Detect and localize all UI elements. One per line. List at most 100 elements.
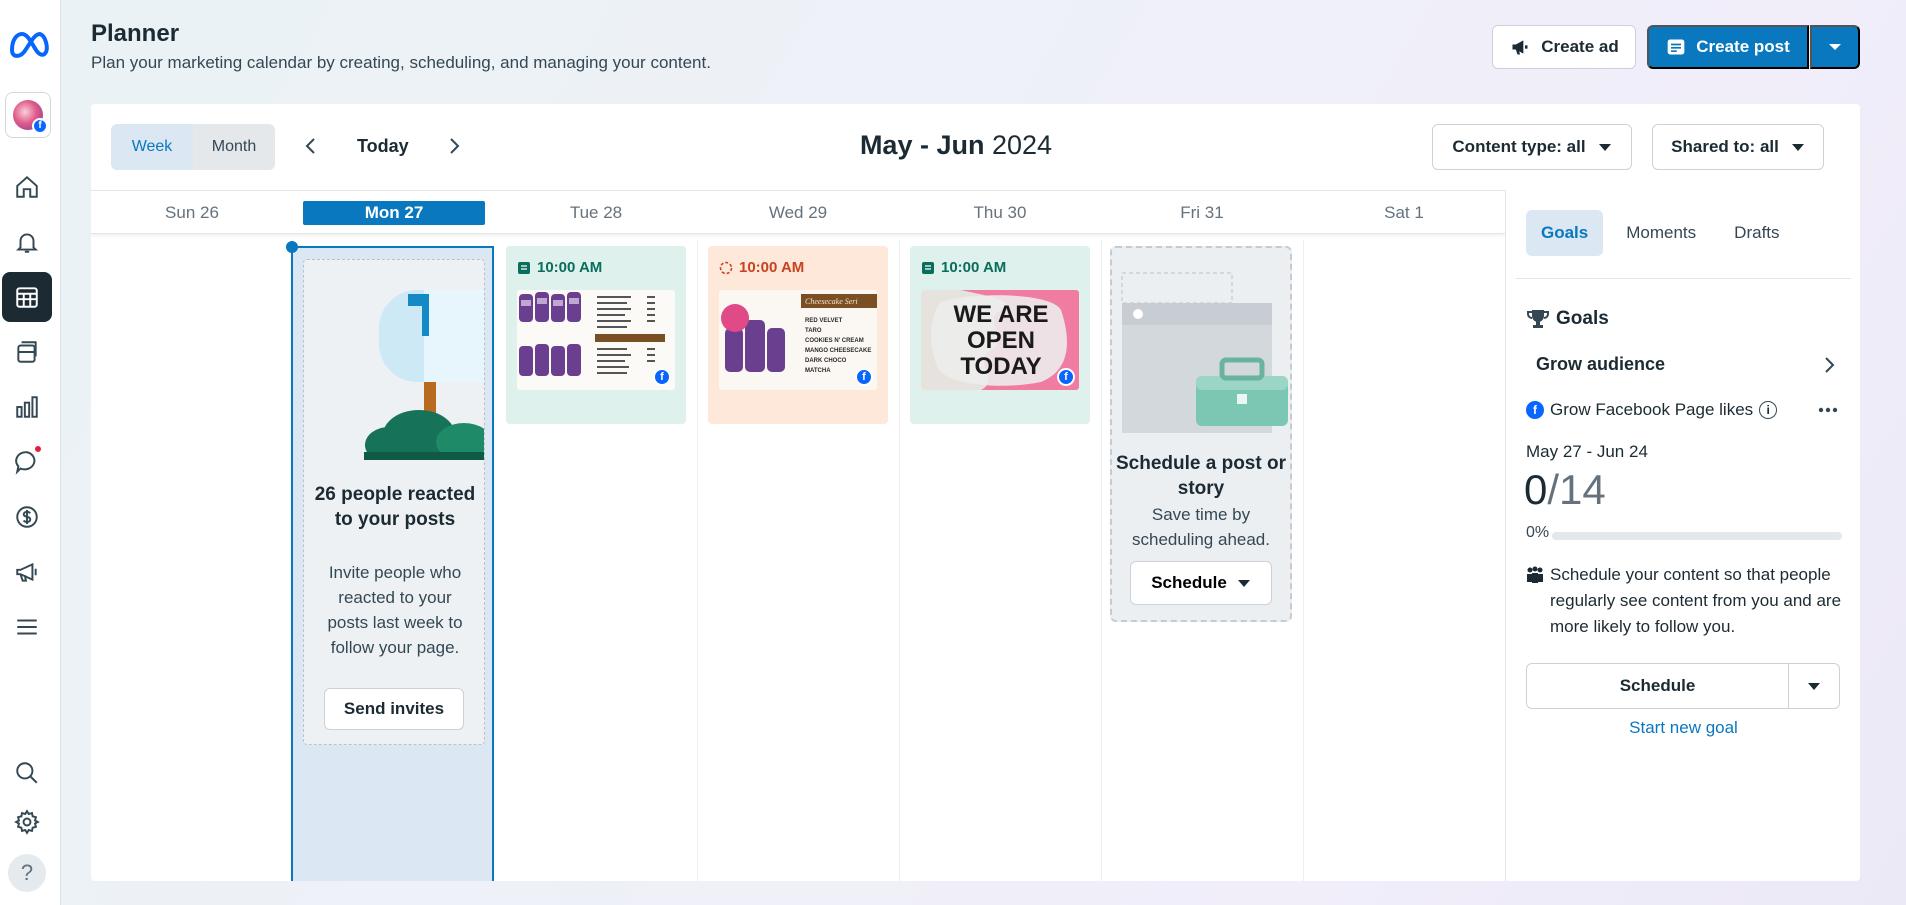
goals-heading: Goals [1526,308,1609,330]
scheduled-post-icon [518,261,530,274]
day-header: Fri 31 [1180,202,1224,222]
goal-schedule-split-button: Schedule [1526,663,1840,709]
goal-row[interactable]: Grow audience [1536,354,1836,375]
create-post-button[interactable]: Create post [1647,25,1809,69]
content-icon[interactable] [2,327,52,377]
today-button[interactable]: Today [357,136,409,157]
thumbnail-heading: Cheesecake Seri [805,297,858,306]
caret-down-icon [1791,143,1804,151]
ads-icon[interactable] [2,547,52,597]
send-invites-button[interactable]: Send invites [324,688,464,730]
insight-title: 26 people reacted to your posts [314,484,476,530]
content-type-filter[interactable]: Content type: all [1432,124,1632,170]
meta-logo-icon[interactable] [6,26,54,62]
goal-progress-count: 0/14 [1524,466,1606,514]
facebook-badge-icon: f [32,118,48,134]
insights-icon[interactable] [2,382,52,432]
day-header: Sun 26 [165,202,219,222]
post-time: 10:00 AM [921,259,1006,276]
tab-moments[interactable]: Moments [1611,210,1711,256]
post-time: 10:00 AM [517,259,602,276]
scheduled-post-icon [922,261,934,274]
goal-tip-text: Schedule your content so that people reg… [1550,565,1842,636]
page-profile-image: f [13,100,48,134]
thumbnail-flavor: DARK CHOCO [805,358,847,364]
post-time-label: 10:00 AM [537,259,603,276]
sidebar-tabs: Goals Moments Drafts [1526,210,1795,256]
caret-down-icon [1829,44,1841,50]
info-icon[interactable]: i [1759,401,1778,419]
day-header: Wed 29 [768,202,828,222]
goal-date-range: May 27 - Jun 24 [1526,442,1648,461]
goal-progress-bar [1552,532,1842,540]
page-avatar[interactable]: f [5,92,51,138]
post-time: 10:00 AM [719,259,804,276]
monetization-icon[interactable] [2,492,52,542]
schedule-prompt-title: Schedule a post or story [1116,453,1286,499]
day-header-today: Mon 27 [293,191,495,234]
chevron-right-icon[interactable] [443,134,467,158]
post-time-label: 10:00 AM [739,259,805,276]
tab-goals[interactable]: Goals [1526,210,1604,256]
home-icon[interactable] [2,162,52,212]
goal-schedule-dropdown[interactable] [1789,664,1839,708]
more-options-icon[interactable] [1818,407,1838,413]
settings-icon[interactable] [2,797,52,847]
goal-target: /14 [1547,466,1606,513]
date-range-title: May - Jun 2024 [746,130,1166,161]
scheduled-post-card[interactable]: 10:00 AM f [506,246,686,424]
post-thumbnail-open-today: WE ARE OPEN TODAY f [921,290,1079,390]
scheduled-post-card[interactable]: 10:00 AM WE ARE OPEN TODAY f [910,246,1090,424]
content-type-filter-label: Content type: all [1452,137,1586,156]
calendar-icon[interactable] [2,272,52,322]
facebook-badge-icon: f [1057,368,1075,386]
column-divider [697,240,698,881]
thumbnail-line: WE ARE [953,301,1048,328]
goals-heading-label: Goals [1556,308,1609,329]
column-divider [899,240,900,881]
tab-drafts[interactable]: Drafts [1719,210,1794,256]
shared-to-filter-label: Shared to: all [1671,137,1779,156]
week-view-button[interactable]: Week [111,124,193,170]
page-title: Planner [91,20,180,47]
schedule-prompt-card: Schedule a post or story Save time by sc… [1110,246,1292,622]
search-icon[interactable] [2,748,52,798]
start-new-goal-link[interactable]: Start new goal [1506,718,1860,738]
day-header-row: Sun 26 Mon 27 Tue 28 Wed 29 Thu 30 Fri 3… [91,190,1505,234]
menu-icon[interactable] [2,602,52,652]
today-label: Mon 27 [303,200,485,225]
goal-percent: 0% [1526,524,1550,541]
goal-schedule-button[interactable]: Schedule [1527,664,1789,708]
goal-metric-row: f Grow Facebook Page likes i [1526,400,1838,420]
thumbnail-flavor: COOKIES N' CREAM [805,338,864,344]
notification-dot [34,445,42,453]
shared-to-filter[interactable]: Shared to: all [1652,124,1824,170]
day-header: Tue 28 [569,202,623,222]
thumbnail-flavor: MATCHA [805,368,831,374]
cheesecake-thumbnail: Cheesecake Seri RED VELVET TARO COOKIES … [719,290,877,390]
post-time-label: 10:00 AM [941,259,1007,276]
inbox-icon[interactable] [2,437,52,487]
thumbnail-flavor: TARO [805,328,822,334]
month-view-button[interactable]: Month [193,124,275,170]
chevron-left-icon[interactable] [298,134,322,158]
column-divider [1101,240,1102,881]
processing-post-card[interactable]: 10:00 AM Cheesecake Seri RED VELVET TARO… [708,246,888,424]
create-post-label: Create post [1696,37,1790,56]
view-toggle: Week Month [111,124,275,170]
menu-price-list-thumbnail [517,290,675,390]
post-thumbnail-cheesecake: Cheesecake Seri RED VELVET TARO COOKIES … [719,290,877,390]
planner-panel: Week Month Today May - Jun 2024 Content … [91,104,1860,881]
bell-icon[interactable] [2,217,52,267]
facebook-badge-icon: f [855,368,873,386]
insight-body: Invite people who reacted to your posts … [327,563,463,657]
post-thumbnail-menu: f [517,290,675,390]
help-icon[interactable]: ? [8,854,46,892]
page-subtitle: Plan your marketing calendar by creating… [91,53,711,72]
create-ad-button[interactable]: Create ad [1492,25,1636,69]
left-nav-rail: f ? [0,0,61,905]
we-are-open-today-thumbnail: WE ARE OPEN TODAY [921,290,1079,390]
create-post-dropdown-button[interactable] [1810,25,1860,69]
thumbnail-line: OPEN [967,327,1035,354]
schedule-dropdown-button[interactable]: Schedule [1130,561,1272,605]
